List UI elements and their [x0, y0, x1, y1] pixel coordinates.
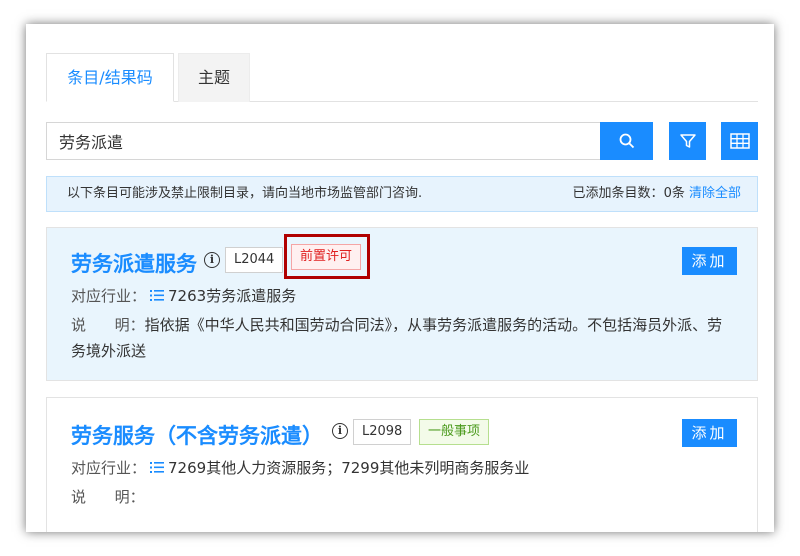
industry-row: 对应行业： 7269其他人力资源服务；7299其他未列明商务服务业 — [71, 457, 529, 478]
tab-items-result-codes[interactable]: 条目/结果码 — [46, 53, 174, 102]
item-title[interactable]: 劳务服务（不含劳务派遣） — [71, 420, 323, 450]
add-button[interactable]: 添加 — [682, 419, 737, 447]
notice-text: 以下条目可能涉及禁止限制目录，请向当地市场监管部门咨询. — [67, 186, 423, 201]
result-card: 劳务服务（不含劳务派遣） i L2098 一般事项 添加 对应行业： 7269其他… — [46, 397, 758, 532]
tab-topics[interactable]: 主题 — [178, 53, 250, 102]
list-icon — [150, 462, 165, 473]
added-count-label: 已添加条目数： — [572, 186, 664, 201]
info-icon[interactable]: i — [332, 423, 348, 439]
industry-label: 对应行业： — [71, 459, 147, 477]
code-badge: L2098 — [353, 419, 412, 445]
filter-button[interactable] — [669, 122, 706, 160]
tag-prior-permit: 前置许可 — [291, 244, 362, 270]
add-button[interactable]: 添加 — [682, 247, 737, 275]
description-row: 说 明：指依据《中华人民共和国劳动合同法》，从事劳务派遣服务的活动。不包括海员外… — [71, 312, 735, 364]
filter-icon — [679, 134, 696, 148]
code-badge: L2044 — [225, 247, 284, 273]
search-button[interactable] — [600, 122, 653, 160]
industry-row: 对应行业： 7263劳务派遣服务 — [71, 285, 296, 306]
main-panel: 条目/结果码 主题 以下条目可能涉及禁止限制目录，请向当地市场监管部门咨询. 已… — [26, 24, 774, 532]
description-row: 说 明： — [71, 484, 735, 510]
search-icon — [619, 133, 634, 149]
industry-label: 对应行业： — [71, 287, 147, 305]
added-count-value: 0条 — [663, 186, 685, 201]
info-icon[interactable]: i — [204, 252, 220, 268]
search-input[interactable] — [46, 122, 602, 160]
grid-icon — [729, 133, 750, 149]
industry-value: 7263劳务派遣服务 — [168, 287, 297, 305]
clear-all-link[interactable]: 清除全部 — [689, 186, 741, 201]
added-count-area: 已添加条目数：0条 清除全部 — [573, 177, 741, 211]
description-label: 说 明： — [71, 316, 145, 334]
result-card: 劳务派遣服务 i L2044 前置许可 添加 对应行业： 7263劳务派遣服务 说… — [46, 227, 758, 381]
industry-value: 7269其他人力资源服务；7299其他未列明商务服务业 — [168, 459, 530, 477]
notice-bar: 以下条目可能涉及禁止限制目录，请向当地市场监管部门咨询. 已添加条目数：0条 清… — [46, 176, 758, 212]
description-value: 指依据《中华人民共和国劳动合同法》，从事劳务派遣服务的活动。不包括海员外派、劳务… — [71, 316, 723, 360]
tag-general-item: 一般事项 — [419, 419, 490, 445]
list-icon — [150, 290, 165, 301]
description-label: 说 明： — [71, 488, 145, 506]
tab-bar: 条目/结果码 主题 — [46, 53, 758, 102]
grid-view-button[interactable] — [721, 122, 758, 160]
item-title[interactable]: 劳务派遣服务 — [71, 248, 197, 278]
